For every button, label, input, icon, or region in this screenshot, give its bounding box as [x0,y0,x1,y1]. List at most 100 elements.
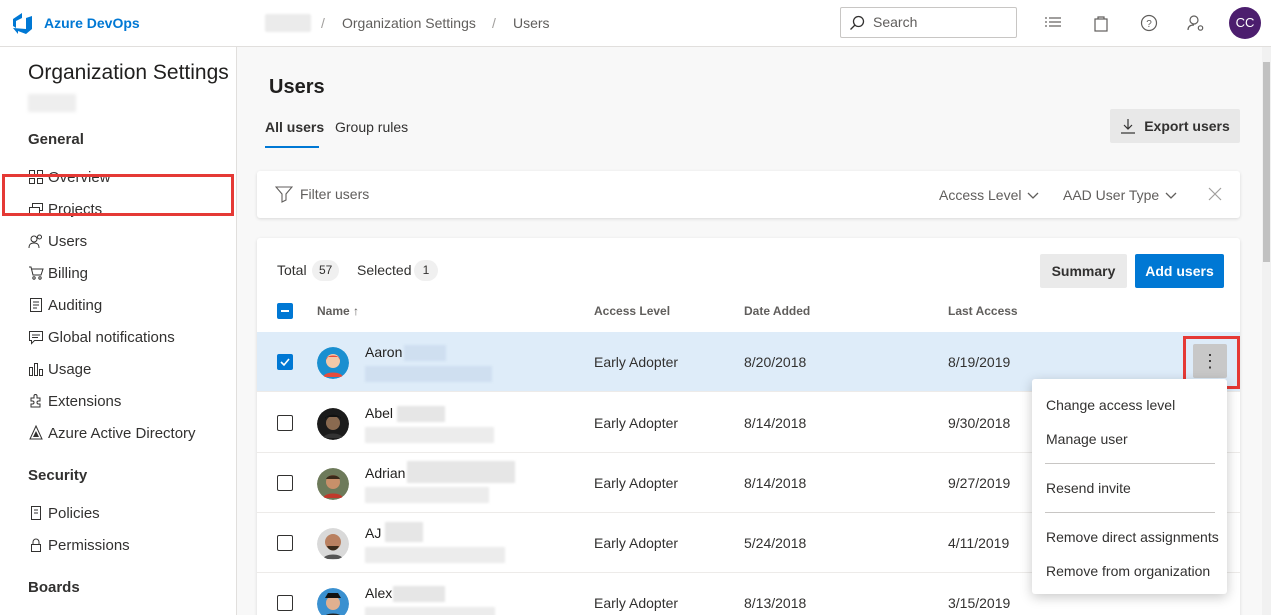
user-last-name-redacted [407,461,515,483]
lock-icon [31,538,41,552]
user-avatar[interactable]: CC [1229,7,1261,39]
menu-item-remove-direct-assignments[interactable]: Remove direct assignments [1046,529,1219,545]
sidebar-item-permissions[interactable]: Permissions [28,533,228,557]
export-users-button[interactable]: Export users [1110,109,1240,143]
column-header-date-added[interactable]: Date Added [744,304,810,318]
user-context-menu: Change access level Manage user Resend i… [1032,379,1227,594]
search-box[interactable] [840,7,1017,38]
section-general: General [28,131,84,148]
add-users-button[interactable]: Add users [1135,254,1224,288]
date-added-cell: 8/13/2018 [744,595,807,611]
user-last-name-redacted [393,586,445,602]
download-icon [1121,119,1136,134]
breadcrumb-organization[interactable] [265,14,311,32]
aad-icon [29,425,43,440]
indeterminate-icon [281,310,289,312]
sidebar-item-label: Permissions [48,536,130,554]
menu-item-resend-invite[interactable]: Resend invite [1046,480,1131,496]
sidebar-item-label: Extensions [48,392,122,410]
row-checkbox[interactable] [277,354,293,370]
last-access-cell: 3/15/2019 [948,595,1011,611]
filter-users-input[interactable]: Filter users [300,186,369,202]
column-header-access-level[interactable]: Access Level [594,304,670,318]
sidebar-title: Organization Settings [28,61,229,84]
sidebar-item-label: Azure Active Directory [48,424,196,442]
sidebar-item-label: Global notifications [48,328,175,346]
last-access-cell: 9/30/2018 [948,415,1011,431]
users-highlight-annotation [2,174,234,216]
user-last-name-redacted [404,345,446,361]
sidebar-item-billing[interactable]: Billing [28,261,228,285]
search-icon [850,15,865,30]
breadcrumb-separator: / [492,15,496,31]
total-label: Total [277,262,307,278]
sort-ascending-icon: ↑ [353,304,360,318]
users-icon [28,234,42,249]
work-items-icon[interactable] [1043,13,1063,33]
user-email-redacted [365,607,495,615]
user-email-redacted [365,366,492,382]
summary-button[interactable]: Summary [1040,254,1127,288]
total-count-badge: 57 [312,260,340,281]
aad-user-type-dropdown[interactable]: AAD User Type [1063,187,1177,203]
sidebar-item-label: Billing [48,264,89,282]
tab-all-users[interactable]: All users [265,119,324,135]
column-header-name[interactable]: Name ↑ [317,304,359,318]
access-level-dropdown[interactable]: Access Level [939,187,1039,203]
sidebar-item-usage[interactable]: Usage [28,357,228,381]
cart-icon [29,266,44,280]
help-icon[interactable]: ? [1139,13,1159,33]
user-email-redacted [365,547,505,563]
user-last-name-redacted [397,406,445,422]
select-all-checkbox[interactable] [277,303,293,319]
column-header-last-access[interactable]: Last Access [948,304,1018,318]
marketplace-bag-icon[interactable] [1091,13,1111,33]
user-first-name: Alex [365,585,393,601]
row-checkbox[interactable] [277,595,293,611]
page-title: Users [269,76,325,98]
chevron-down-icon [1028,192,1039,199]
menu-divider [1045,463,1215,464]
auditing-icon [30,298,42,312]
row-checkbox[interactable] [277,535,293,551]
clear-filter-icon[interactable] [1208,187,1222,201]
sidebar-item-label: Users [48,232,88,250]
last-access-cell: 8/19/2019 [948,354,1011,370]
menu-item-change-access-level[interactable]: Change access level [1046,397,1175,413]
date-added-cell: 5/24/2018 [744,535,807,551]
user-email-redacted [365,427,494,443]
menu-item-manage-user[interactable]: Manage user [1046,431,1128,447]
last-access-cell: 9/27/2019 [948,475,1011,491]
sidebar-item-auditing[interactable]: Auditing [28,293,228,317]
sidebar-item-azure-active-directory[interactable]: Azure Active Directory [28,421,228,445]
notifications-icon [29,331,43,345]
sidebar-item-policies[interactable]: Policies [28,501,228,525]
menu-item-remove-from-organization[interactable]: Remove from organization [1046,563,1210,579]
user-settings-icon[interactable] [1186,13,1206,33]
page-scrollbar-thumb[interactable] [1263,62,1270,262]
selected-count-badge: 1 [414,260,438,281]
search-input[interactable] [873,14,1003,30]
user-first-name: Abel [365,405,394,421]
access-level-cell: Early Adopter [594,354,679,370]
sidebar-item-global-notifications[interactable]: Global notifications [28,325,228,349]
policies-icon [31,506,41,520]
access-level-cell: Early Adopter [594,595,679,611]
usage-icon [29,363,43,376]
user-avatar [317,528,349,560]
azure-devops-logo-icon[interactable] [10,12,34,34]
user-avatar [317,347,349,379]
brand-name[interactable]: Azure DevOps [44,15,140,31]
breadcrumb-separator: / [321,15,325,31]
row-checkbox[interactable] [277,475,293,491]
date-added-cell: 8/14/2018 [744,415,807,431]
sidebar-item-users[interactable]: Users [28,229,228,253]
breadcrumb-users[interactable]: Users [513,15,550,31]
breadcrumb-organization-settings[interactable]: Organization Settings [342,15,476,31]
tab-group-rules[interactable]: Group rules [335,119,408,135]
sidebar-item-extensions[interactable]: Extensions [28,389,228,413]
active-tab-indicator [265,146,319,148]
export-users-label: Export users [1144,118,1230,134]
user-first-name: Aaron [365,344,403,360]
row-checkbox[interactable] [277,415,293,431]
